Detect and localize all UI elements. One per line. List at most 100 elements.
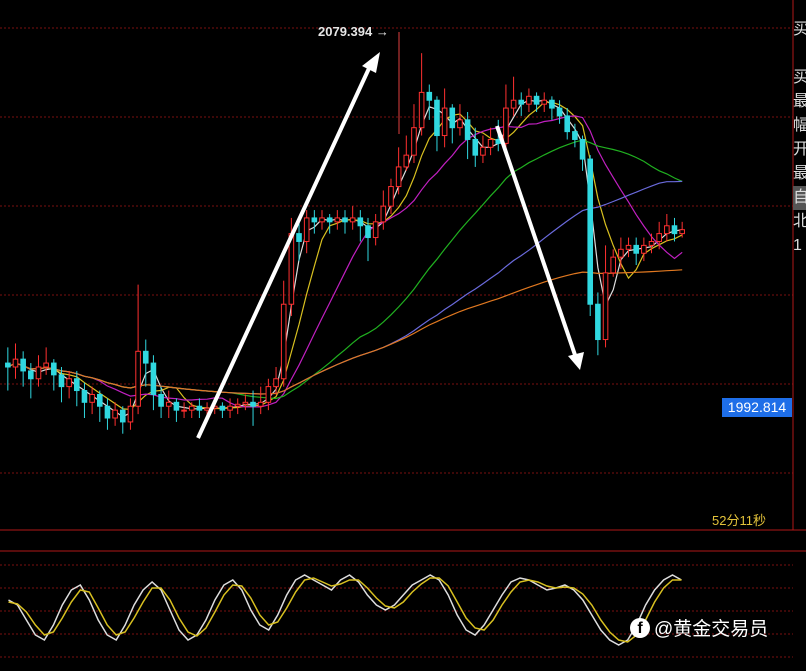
panel-row — [793, 42, 806, 66]
candle-body — [549, 99, 555, 109]
candle-body — [96, 393, 103, 407]
candle-body — [58, 374, 65, 388]
candle-body — [648, 240, 655, 246]
candle-body — [426, 91, 433, 101]
candle-body — [319, 217, 325, 223]
candle-body — [457, 119, 463, 129]
panel-row: 买 — [793, 21, 806, 38]
candle-body — [418, 91, 425, 129]
watermark: f @黄金交易员 — [630, 614, 768, 641]
candle-body — [480, 146, 486, 156]
candle-body — [641, 244, 647, 254]
candle-body — [679, 229, 685, 235]
candle-body — [441, 107, 448, 137]
candle-body — [265, 386, 272, 403]
candle-body — [602, 272, 609, 341]
candle-body — [12, 358, 19, 368]
candle-body — [518, 99, 525, 105]
candle-body — [257, 401, 264, 407]
candle-body — [89, 393, 95, 403]
candle-body — [587, 158, 594, 305]
candle-body — [28, 370, 34, 380]
candle-body — [411, 127, 417, 156]
candle-body — [533, 95, 540, 105]
candle-body — [234, 403, 241, 407]
candle-body — [135, 350, 141, 407]
candle-body — [66, 378, 72, 388]
up-arrow-head — [362, 52, 380, 73]
candle-body — [296, 233, 302, 242]
candle-body — [395, 166, 402, 188]
candle-body — [671, 225, 678, 235]
candle-body — [5, 362, 11, 368]
candle-body — [150, 362, 157, 395]
high-price-label: 2079.394 → — [318, 24, 389, 39]
candle-body — [618, 248, 624, 258]
candle-body — [595, 303, 601, 341]
up-arrow-line — [196, 63, 373, 439]
candle-body — [81, 390, 88, 403]
candle-body — [334, 217, 341, 223]
candle-body — [112, 409, 118, 419]
candle-body — [449, 107, 456, 129]
candlesticks — [5, 53, 685, 434]
candle-body — [349, 217, 356, 223]
candle-body — [510, 99, 517, 109]
candle-body — [464, 119, 471, 140]
panel-row: 1 — [793, 237, 802, 254]
panel-row: 最 — [793, 93, 806, 110]
candle-body — [564, 115, 571, 133]
candle-body — [273, 378, 279, 388]
panel-row: 最 — [793, 165, 806, 182]
panel-row: 自 — [793, 186, 806, 210]
candle-body — [20, 358, 26, 372]
panel-row: 买 — [793, 69, 806, 86]
candle-body — [388, 186, 394, 207]
candle-body — [526, 95, 532, 105]
candle-body — [487, 138, 494, 148]
candle-body — [503, 107, 509, 144]
candle-body — [127, 405, 134, 423]
candle-body — [173, 401, 180, 411]
candle-body — [625, 244, 632, 250]
watermark-text: @黄金交易员 — [654, 619, 769, 640]
candle-body — [196, 405, 203, 411]
right-info-panel: 买 买 最 幅 开 最 自 北 1 — [793, 18, 806, 258]
candle-body — [579, 138, 586, 160]
right-arrow-icon: → — [372, 24, 389, 39]
candle-body — [365, 225, 371, 239]
facebook-icon: f — [630, 617, 650, 638]
candle-body — [142, 350, 149, 364]
candle-body — [572, 131, 578, 140]
candle-body — [104, 405, 111, 419]
candle-body — [188, 405, 195, 411]
candle-body — [472, 138, 479, 156]
grid-lines — [0, 0, 806, 658]
candle-body — [280, 303, 287, 380]
candle-body — [242, 401, 249, 405]
candle-body — [372, 221, 379, 239]
candle-body — [204, 407, 210, 411]
down-arrow-head — [568, 352, 584, 370]
candle-body — [357, 217, 364, 227]
ma-line-orange — [7, 269, 683, 395]
candle-body — [633, 244, 639, 254]
candle-body — [434, 99, 440, 137]
candle-body — [303, 217, 310, 242]
candle-body — [73, 378, 80, 392]
candle-body — [342, 217, 348, 223]
candle-body — [664, 225, 670, 235]
candle-body — [556, 107, 563, 117]
price-chart[interactable] — [0, 0, 806, 671]
current-price-tag: 1992.814 — [722, 398, 792, 417]
candle-body — [43, 362, 49, 368]
candle-body — [119, 409, 126, 423]
candle-body — [250, 401, 256, 407]
candle-body — [158, 393, 164, 407]
down-arrow-line — [495, 125, 577, 356]
candle-countdown: 52分11秒 — [712, 513, 766, 528]
candle-body — [311, 217, 318, 223]
candle-body — [165, 401, 172, 407]
candle-body — [227, 405, 233, 411]
candle-body — [51, 362, 57, 376]
